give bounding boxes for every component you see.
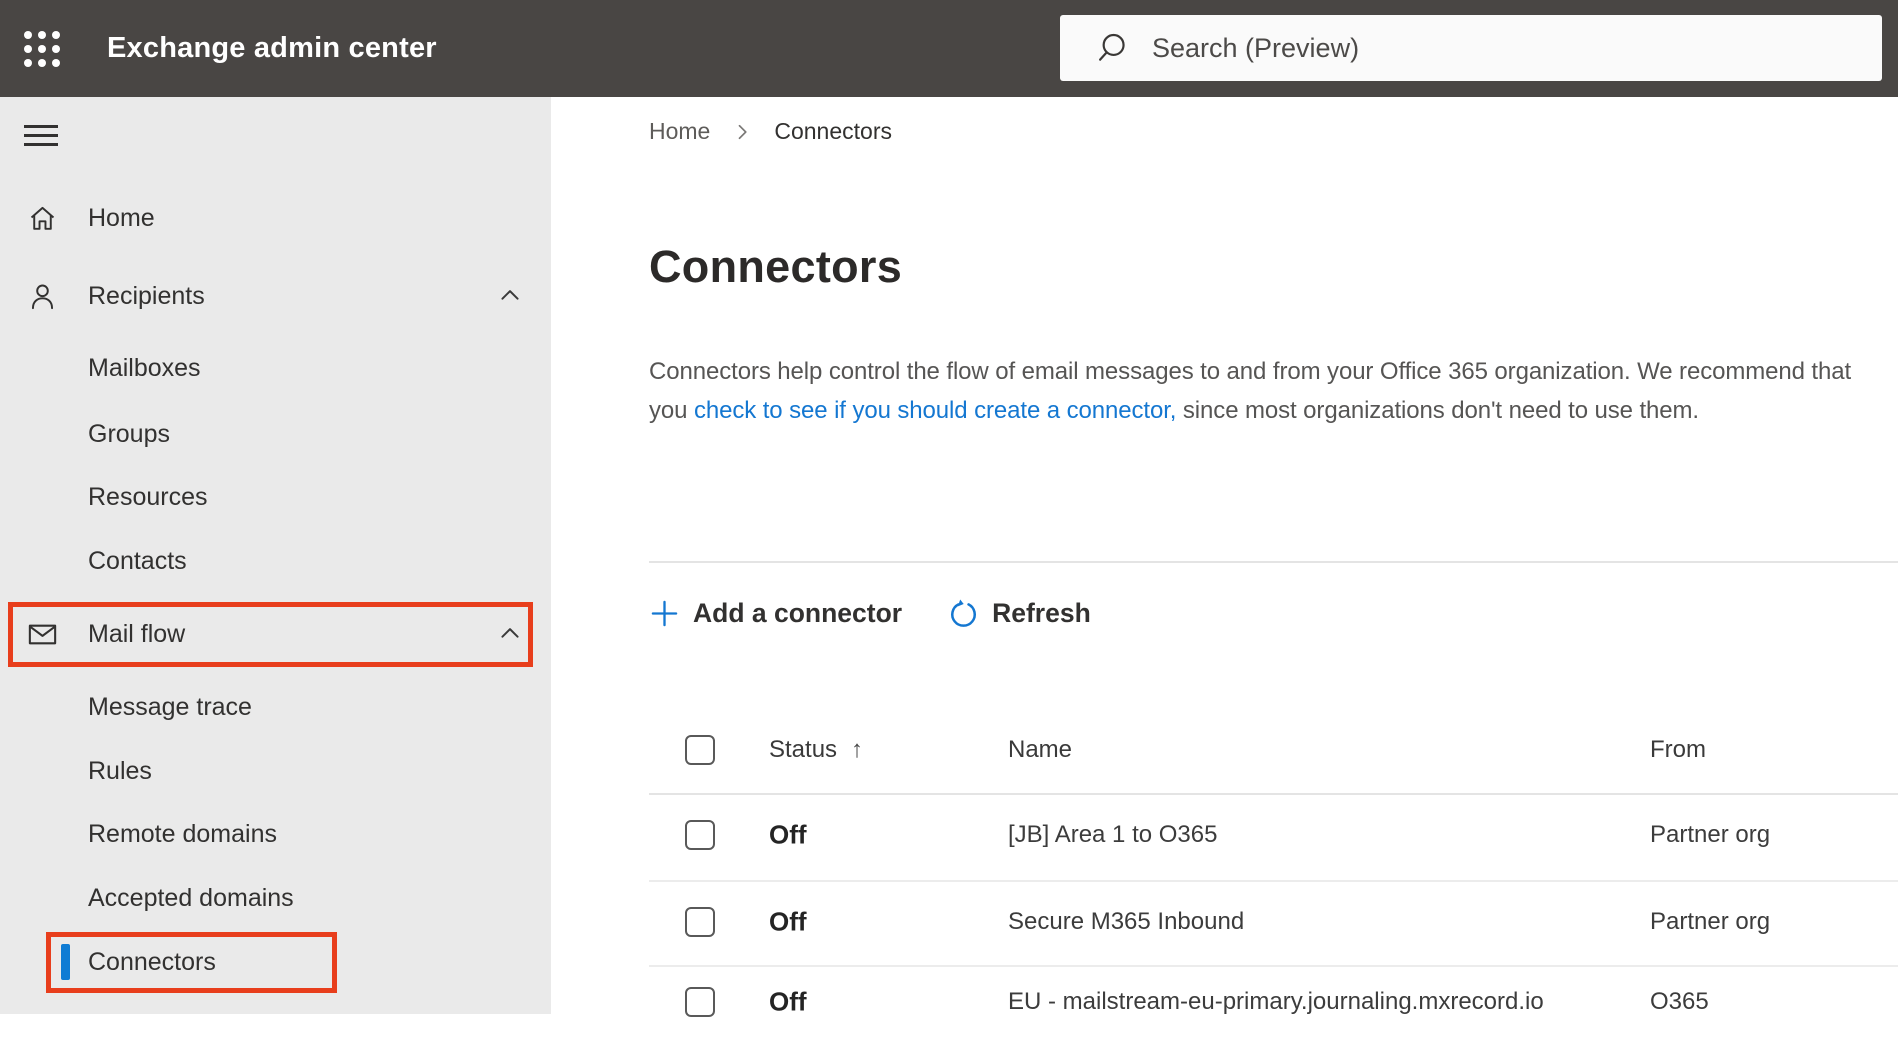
plus-icon bbox=[651, 600, 678, 626]
sidebar-nav: Home Recipients Mailboxes Groups Resourc… bbox=[0, 97, 551, 1014]
person-icon bbox=[24, 278, 60, 314]
app-launcher-button[interactable] bbox=[20, 27, 64, 71]
add-connector-button[interactable]: Add a connector bbox=[649, 598, 902, 629]
sidebar-item-home[interactable]: Home bbox=[0, 190, 551, 246]
row-name[interactable]: EU - mailstream-eu-primary.journaling.mx… bbox=[1008, 988, 1544, 1016]
sidebar-item-recipients[interactable]: Recipients bbox=[0, 268, 551, 324]
sidebar-item-message-trace[interactable]: Message trace bbox=[0, 679, 551, 735]
table-row[interactable]: Off [JB] Area 1 to O365 Partner org bbox=[551, 792, 1898, 878]
page-description: Connectors help control the flow of emai… bbox=[649, 353, 1881, 430]
sidebar-item-remote-domains[interactable]: Remote domains bbox=[0, 806, 551, 862]
toolbar: Add a connector Refresh bbox=[649, 593, 1091, 633]
column-header-status[interactable]: Status ↑ bbox=[769, 736, 863, 764]
row-from: Partner org bbox=[1650, 908, 1771, 935]
table-row[interactable]: Off Secure M365 Inbound Partner org bbox=[551, 879, 1898, 965]
sidebar-item-label: Mailboxes bbox=[88, 353, 201, 382]
envelope-icon bbox=[24, 616, 60, 652]
chevron-up-icon[interactable] bbox=[496, 620, 524, 648]
sidebar-item-resources[interactable]: Resources bbox=[0, 469, 551, 525]
row-from: O365 bbox=[1650, 988, 1709, 1015]
sidebar-item-label: Rules bbox=[88, 756, 152, 785]
select-all-checkbox[interactable] bbox=[685, 735, 715, 765]
sidebar-item-label: Contacts bbox=[88, 546, 187, 575]
search-input[interactable] bbox=[1152, 32, 1882, 64]
search-icon bbox=[1099, 33, 1125, 61]
toolbar-divider bbox=[649, 561, 1898, 563]
app-title: Exchange admin center bbox=[107, 32, 437, 64]
chevron-right-icon bbox=[732, 122, 752, 142]
row-name[interactable]: [JB] Area 1 to O365 bbox=[1008, 821, 1217, 849]
description-text-2: since most organizations don't need to u… bbox=[1176, 396, 1699, 424]
breadcrumb: Home Connectors bbox=[649, 115, 892, 147]
sidebar-item-label: Resources bbox=[88, 482, 208, 511]
sidebar-item-mailboxes[interactable]: Mailboxes bbox=[0, 340, 551, 396]
sidebar-item-label: Accepted domains bbox=[88, 883, 294, 912]
status-header-label: Status bbox=[769, 736, 838, 763]
chevron-up-icon[interactable] bbox=[496, 282, 524, 310]
sidebar-item-label: Message trace bbox=[88, 692, 252, 721]
column-header-from[interactable]: From bbox=[1650, 736, 1706, 764]
row-from: Partner org bbox=[1650, 821, 1771, 848]
sidebar-item-accepted-domains[interactable]: Accepted domains bbox=[0, 870, 551, 926]
row-status: Off bbox=[769, 819, 807, 850]
table-header-row: Status ↑ Name From bbox=[551, 707, 1898, 793]
row-checkbox[interactable] bbox=[685, 907, 715, 937]
sidebar-item-label: Mail flow bbox=[88, 619, 186, 648]
sidebar-item-label: Remote domains bbox=[88, 819, 277, 848]
sidebar-item-groups[interactable]: Groups bbox=[0, 406, 551, 462]
sidebar-item-rules[interactable]: Rules bbox=[0, 743, 551, 799]
column-header-name[interactable]: Name bbox=[1008, 736, 1072, 764]
row-name[interactable]: Secure M365 Inbound bbox=[1008, 908, 1244, 936]
table-row[interactable]: Off EU - mailstream-eu-primary.journalin… bbox=[551, 959, 1898, 1045]
main-content: Home Connectors Connectors Connectors he… bbox=[551, 97, 1898, 1017]
sidebar-item-label: Groups bbox=[88, 419, 170, 448]
selected-indicator bbox=[61, 944, 70, 980]
breadcrumb-current: Connectors bbox=[774, 117, 892, 144]
sort-ascending-icon: ↑ bbox=[851, 736, 864, 763]
refresh-label: Refresh bbox=[992, 597, 1091, 628]
row-checkbox[interactable] bbox=[685, 820, 715, 850]
add-connector-label: Add a connector bbox=[693, 597, 903, 628]
refresh-icon bbox=[951, 599, 977, 627]
page-title: Connectors bbox=[649, 241, 903, 292]
sidebar-item-label: Connectors bbox=[88, 947, 216, 976]
top-app-bar: Exchange admin center bbox=[0, 0, 1898, 97]
sidebar-item-contacts[interactable]: Contacts bbox=[0, 533, 551, 589]
sidebar-item-connectors[interactable]: Connectors bbox=[0, 934, 551, 990]
row-checkbox[interactable] bbox=[685, 987, 715, 1017]
row-status: Off bbox=[769, 906, 807, 937]
sidebar-item-label: Home bbox=[88, 203, 155, 232]
breadcrumb-home-link[interactable]: Home bbox=[649, 118, 710, 145]
row-status: Off bbox=[769, 986, 807, 1017]
sidebar-item-mail-flow[interactable]: Mail flow bbox=[0, 606, 551, 662]
refresh-button[interactable]: Refresh bbox=[948, 598, 1091, 629]
nav-collapse-button[interactable] bbox=[24, 125, 58, 147]
search-box[interactable] bbox=[1060, 15, 1882, 81]
create-connector-check-link[interactable]: check to see if you should create a conn… bbox=[694, 397, 1176, 424]
sidebar-item-label: Recipients bbox=[88, 281, 205, 310]
home-icon bbox=[24, 200, 60, 236]
